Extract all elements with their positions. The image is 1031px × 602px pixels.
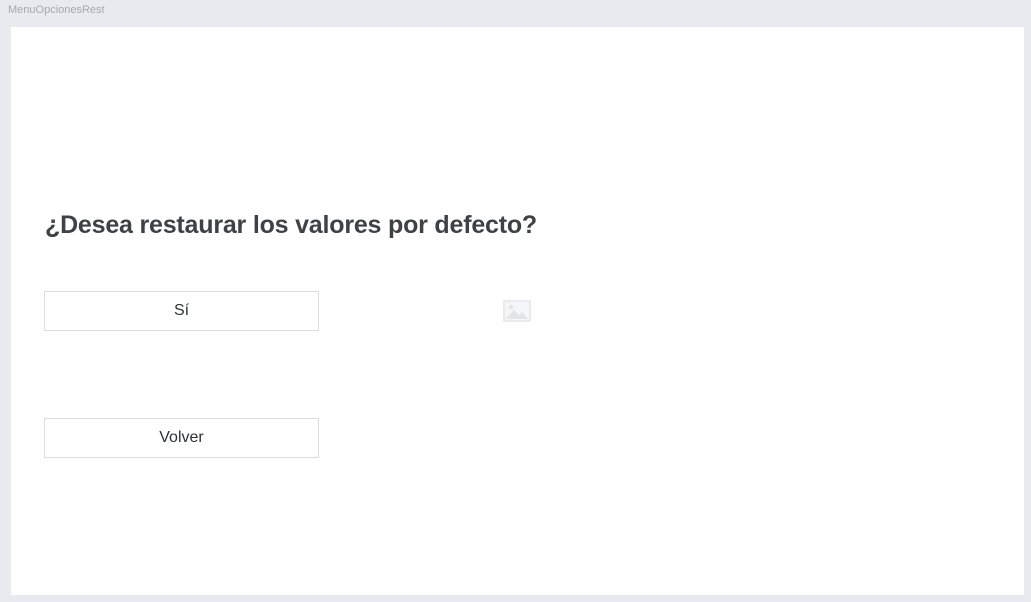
image-placeholder-icon bbox=[503, 300, 531, 322]
yes-button-label: Sí bbox=[173, 302, 190, 319]
page-title: ¿Desea restaurar los valores por defecto… bbox=[45, 211, 537, 239]
back-button[interactable]: Volver bbox=[44, 418, 319, 458]
back-button-label: Volver bbox=[159, 429, 204, 446]
frame-label: MenuOpcionesRest bbox=[8, 4, 105, 16]
yes-button[interactable]: Sí bbox=[44, 291, 319, 331]
screen-canvas: ¿Desea restaurar los valores por defecto… bbox=[11, 27, 1024, 595]
